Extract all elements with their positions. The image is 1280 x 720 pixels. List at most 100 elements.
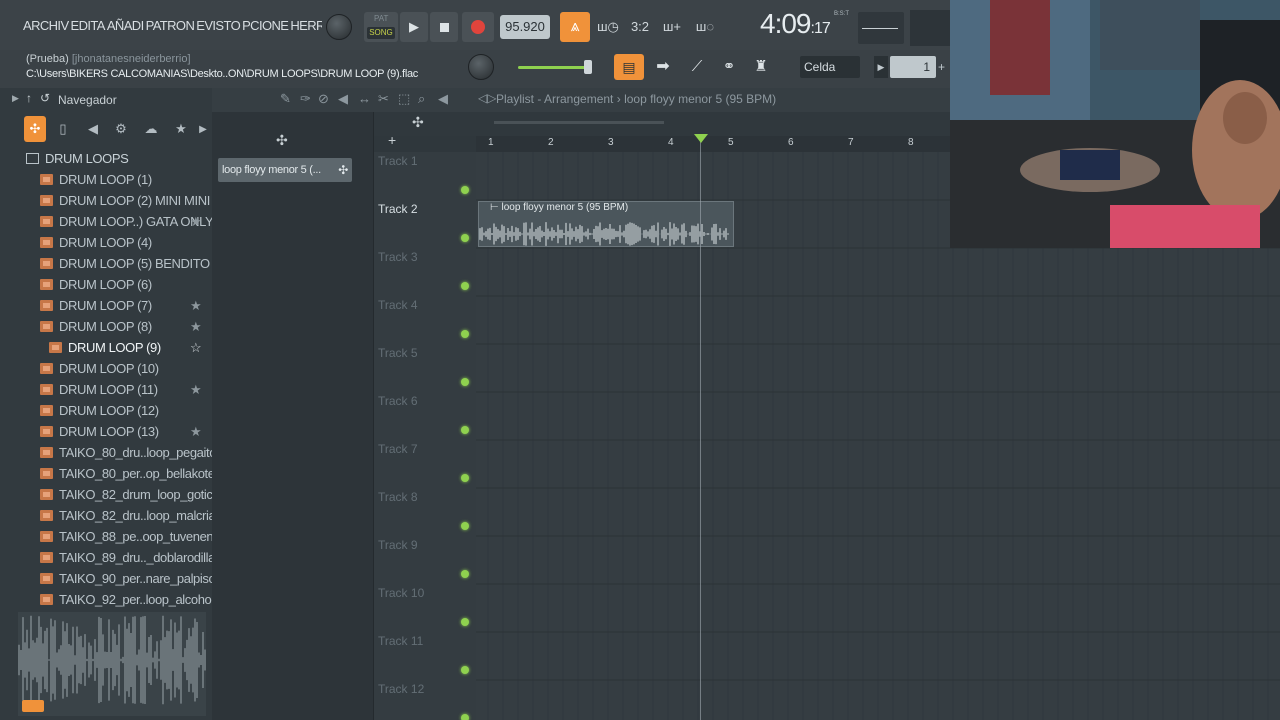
- expand-icon[interactable]: ▶: [12, 93, 19, 104]
- browser-file-item[interactable]: TAIKO_82_drum_loop_gotico: [0, 484, 212, 505]
- arrow-up-icon[interactable]: ↑: [26, 91, 32, 105]
- menu-view[interactable]: EVISTO: [195, 14, 241, 38]
- select-tool-icon[interactable]: ⬚: [398, 91, 410, 107]
- stop-button[interactable]: [430, 12, 458, 42]
- filter-favorites-button[interactable]: ★: [170, 116, 192, 142]
- track-enable-led[interactable]: [461, 666, 469, 674]
- pattern-selector[interactable]: 1: [890, 56, 936, 78]
- piano-roll-button[interactable]: ⟋: [684, 56, 710, 78]
- zoom-tool-icon[interactable]: ⌕: [418, 91, 425, 107]
- track-enable-led[interactable]: [461, 570, 469, 578]
- browser-file-item[interactable]: DRUM LOOP (4): [0, 232, 212, 253]
- favorite-star-icon[interactable]: ☆: [190, 337, 202, 358]
- refresh-icon[interactable]: ↺: [40, 91, 50, 105]
- browser-file-item[interactable]: DRUM LOOP (10): [0, 358, 212, 379]
- track-enable-led[interactable]: [461, 714, 469, 720]
- track-enable-led[interactable]: [461, 282, 469, 290]
- pat-song-toggle[interactable]: PAT SONG: [364, 12, 398, 42]
- browser-file-item[interactable]: DRUM LOOP (8) ★: [0, 316, 212, 337]
- track-name[interactable]: Track 1: [378, 154, 418, 168]
- browser-file-item[interactable]: DRUM LOOP (1): [0, 169, 212, 190]
- track-name[interactable]: Track 6: [378, 394, 418, 408]
- track-enable-led[interactable]: [461, 330, 469, 338]
- wait-input-button[interactable]: ш◷: [594, 16, 622, 38]
- menu-patterns[interactable]: PATRON: [145, 14, 196, 38]
- menu-edit[interactable]: EDITA: [70, 14, 106, 38]
- track-name[interactable]: Track 7: [378, 442, 418, 456]
- track-name[interactable]: Track 11: [378, 634, 423, 648]
- favorite-star-icon[interactable]: ★: [190, 295, 202, 316]
- track-name[interactable]: Track 9: [378, 538, 418, 552]
- browser-file-item[interactable]: DRUM LOOP (12): [0, 400, 212, 421]
- track-enable-led[interactable]: [461, 474, 469, 482]
- link-button[interactable]: ⚭: [716, 56, 742, 78]
- plugin-button[interactable]: ♜: [748, 56, 774, 78]
- track-enable-led[interactable]: [461, 378, 469, 386]
- browser-file-item[interactable]: DRUM LOOP (5) BENDITO: [0, 253, 212, 274]
- browser-file-item[interactable]: TAIKO_82_dru..loop_malcria: [0, 505, 212, 526]
- loop-record-button[interactable]: ш◌: [690, 16, 720, 38]
- song-position-clock[interactable]: 4:09:17: [760, 8, 831, 40]
- master-volume-knob[interactable]: [326, 14, 352, 40]
- browser-file-item[interactable]: DRUM LOOP..) GATA ONLY ★: [0, 211, 212, 232]
- horizontal-scrollbar[interactable]: [494, 121, 664, 124]
- pencil-icon[interactable]: ✎: [280, 91, 291, 107]
- filter-files-button[interactable]: ▯: [52, 116, 74, 142]
- filter-plugins-button[interactable]: ⚙: [110, 116, 132, 142]
- browser-file-item[interactable]: TAIKO_92_per..loop_alcohol: [0, 589, 212, 610]
- browser-file-item[interactable]: DRUM LOOP (7) ★: [0, 295, 212, 316]
- playlist-button[interactable]: ▤: [614, 54, 644, 80]
- browser-file-item[interactable]: DRUM LOOP (9) ☆: [0, 337, 212, 358]
- slice-tool-icon[interactable]: ✂: [378, 91, 389, 107]
- track-enable-led[interactable]: [461, 618, 469, 626]
- filter-cloud-button[interactable]: ☁: [140, 116, 162, 142]
- track-name[interactable]: Track 8: [378, 490, 418, 504]
- filter-all-button[interactable]: ✣: [24, 116, 46, 142]
- browser-file-item[interactable]: TAIKO_89_dru.._doblarodilla: [0, 547, 212, 568]
- browser-file-item[interactable]: TAIKO_80_per..op_bellakote: [0, 463, 212, 484]
- track-name[interactable]: Track 10: [378, 586, 424, 600]
- record-button[interactable]: [462, 12, 494, 42]
- pitch-knob[interactable]: [468, 54, 494, 80]
- browser-file-item[interactable]: DRUM LOOP (13) ★: [0, 421, 212, 442]
- picker-clip-item[interactable]: loop floyy menor 5 (... ✣: [218, 158, 352, 182]
- mute-tool-icon[interactable]: ◀: [338, 91, 348, 107]
- track-enable-led[interactable]: [461, 522, 469, 530]
- browser-file-item[interactable]: DRUM LOOP (2) MINI MINI: [0, 190, 212, 211]
- arrangement-waveform-icon[interactable]: ✣: [412, 114, 424, 131]
- favorite-star-icon[interactable]: ★: [190, 421, 202, 442]
- menu-add[interactable]: AÑADI: [106, 14, 145, 38]
- playhead-marker[interactable]: [694, 134, 708, 143]
- favorite-star-icon[interactable]: ★: [190, 211, 202, 232]
- preview-play-icon[interactable]: [22, 700, 44, 712]
- track-name[interactable]: Track 4: [378, 298, 418, 312]
- tempo-display[interactable]: 95.920: [500, 15, 550, 39]
- filter-more-button[interactable]: ▶: [192, 116, 214, 142]
- menu-options[interactable]: PCIONE: [241, 14, 289, 38]
- track-enable-led[interactable]: [461, 426, 469, 434]
- master-pitch-slider[interactable]: [518, 60, 592, 74]
- prev-pattern-button[interactable]: ▶: [874, 56, 888, 78]
- countdown-button[interactable]: 3:2: [626, 16, 654, 38]
- track-name[interactable]: Track 12: [378, 682, 424, 696]
- track-enable-led[interactable]: [461, 234, 469, 242]
- snap-select[interactable]: Celda: [800, 56, 860, 78]
- browser-file-item[interactable]: TAIKO_90_per..nare_palpiso: [0, 568, 212, 589]
- browser-file-item[interactable]: DRUM LOOP (11) ★: [0, 379, 212, 400]
- browser-file-item[interactable]: TAIKO_80_dru..loop_pegaito: [0, 442, 212, 463]
- delete-tool-icon[interactable]: ⊘: [318, 91, 329, 107]
- brush-tool-icon[interactable]: ✑: [300, 91, 311, 107]
- slip-tool-icon[interactable]: ↔: [358, 91, 371, 106]
- metronome-button[interactable]: ⩓: [560, 12, 590, 42]
- favorite-star-icon[interactable]: ★: [190, 316, 202, 337]
- step-edit-button[interactable]: ш+: [658, 16, 686, 38]
- arrangement-nav-icon[interactable]: ◁▷: [478, 91, 496, 105]
- track-name[interactable]: Track 2: [378, 202, 418, 216]
- menu-tools[interactable]: HERRAMIENTA: [289, 14, 322, 38]
- slider-handle[interactable]: [584, 60, 592, 74]
- add-pattern-button[interactable]: +: [938, 56, 950, 78]
- track-name[interactable]: Track 3: [378, 250, 418, 264]
- favorite-star-icon[interactable]: ★: [190, 379, 202, 400]
- menu-file[interactable]: ARCHIV: [22, 14, 70, 38]
- play-button[interactable]: ▶: [400, 12, 428, 42]
